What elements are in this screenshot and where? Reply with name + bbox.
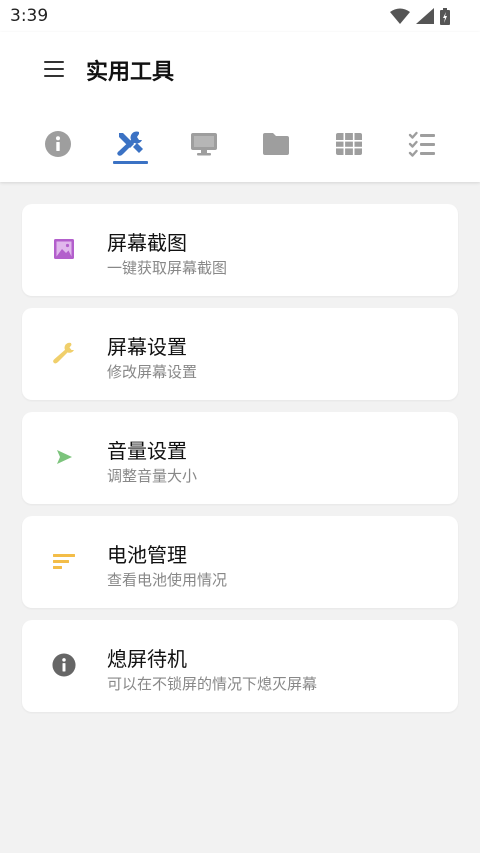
card-screenshot[interactable]: 屏幕截图 一键获取屏幕截图 — [22, 204, 458, 296]
status-icons — [390, 7, 450, 25]
sort-lines-icon — [52, 549, 76, 573]
card-title: 熄屏待机 — [107, 647, 187, 671]
card-screen-off[interactable]: 熄屏待机 可以在不锁屏的情况下熄灭屏幕 — [22, 620, 458, 712]
checklist-icon — [408, 131, 435, 157]
card-title: 电池管理 — [107, 543, 187, 567]
play-icon — [52, 445, 76, 469]
card-screen-settings[interactable]: 屏幕设置 修改屏幕设置 — [22, 308, 458, 400]
signal-icon — [416, 8, 434, 24]
card-volume-settings[interactable]: 音量设置 调整音量大小 — [22, 412, 458, 504]
grid-icon — [336, 133, 362, 155]
wifi-icon — [390, 8, 410, 24]
info-icon — [45, 131, 71, 157]
card-title: 屏幕设置 — [107, 335, 187, 359]
tab-checklist[interactable] — [400, 124, 444, 164]
card-subtitle: 查看电池使用情况 — [107, 571, 228, 589]
menu-icon[interactable] — [44, 61, 64, 79]
card-subtitle: 一键获取屏幕截图 — [107, 259, 228, 277]
tab-tools[interactable] — [108, 124, 152, 164]
card-subtitle: 调整音量大小 — [107, 467, 198, 485]
tab-info[interactable] — [36, 124, 80, 164]
card-title: 音量设置 — [107, 439, 187, 463]
tab-monitor[interactable] — [182, 124, 226, 164]
card-title: 屏幕截图 — [107, 231, 187, 255]
app-bar: 实用工具 — [0, 32, 480, 182]
tab-grid[interactable] — [327, 124, 371, 164]
status-time: 3:39 — [10, 6, 49, 26]
card-subtitle: 可以在不锁屏的情况下熄灭屏幕 — [107, 675, 318, 693]
info-circle-icon — [52, 653, 76, 677]
page-title: 实用工具 — [86, 60, 175, 85]
card-subtitle: 修改屏幕设置 — [107, 363, 198, 381]
status-bar: 3:39 — [0, 0, 480, 32]
monitor-icon — [191, 133, 217, 156]
folder-icon — [263, 133, 289, 155]
tab-folder[interactable] — [254, 124, 298, 164]
card-battery[interactable]: 电池管理 查看电池使用情况 — [22, 516, 458, 608]
tab-selected-indicator — [113, 161, 148, 164]
image-icon — [52, 237, 76, 261]
tab-bar — [0, 124, 480, 168]
battery-icon — [440, 7, 450, 25]
wrench-icon — [52, 341, 76, 365]
tools-icon — [117, 131, 143, 156]
